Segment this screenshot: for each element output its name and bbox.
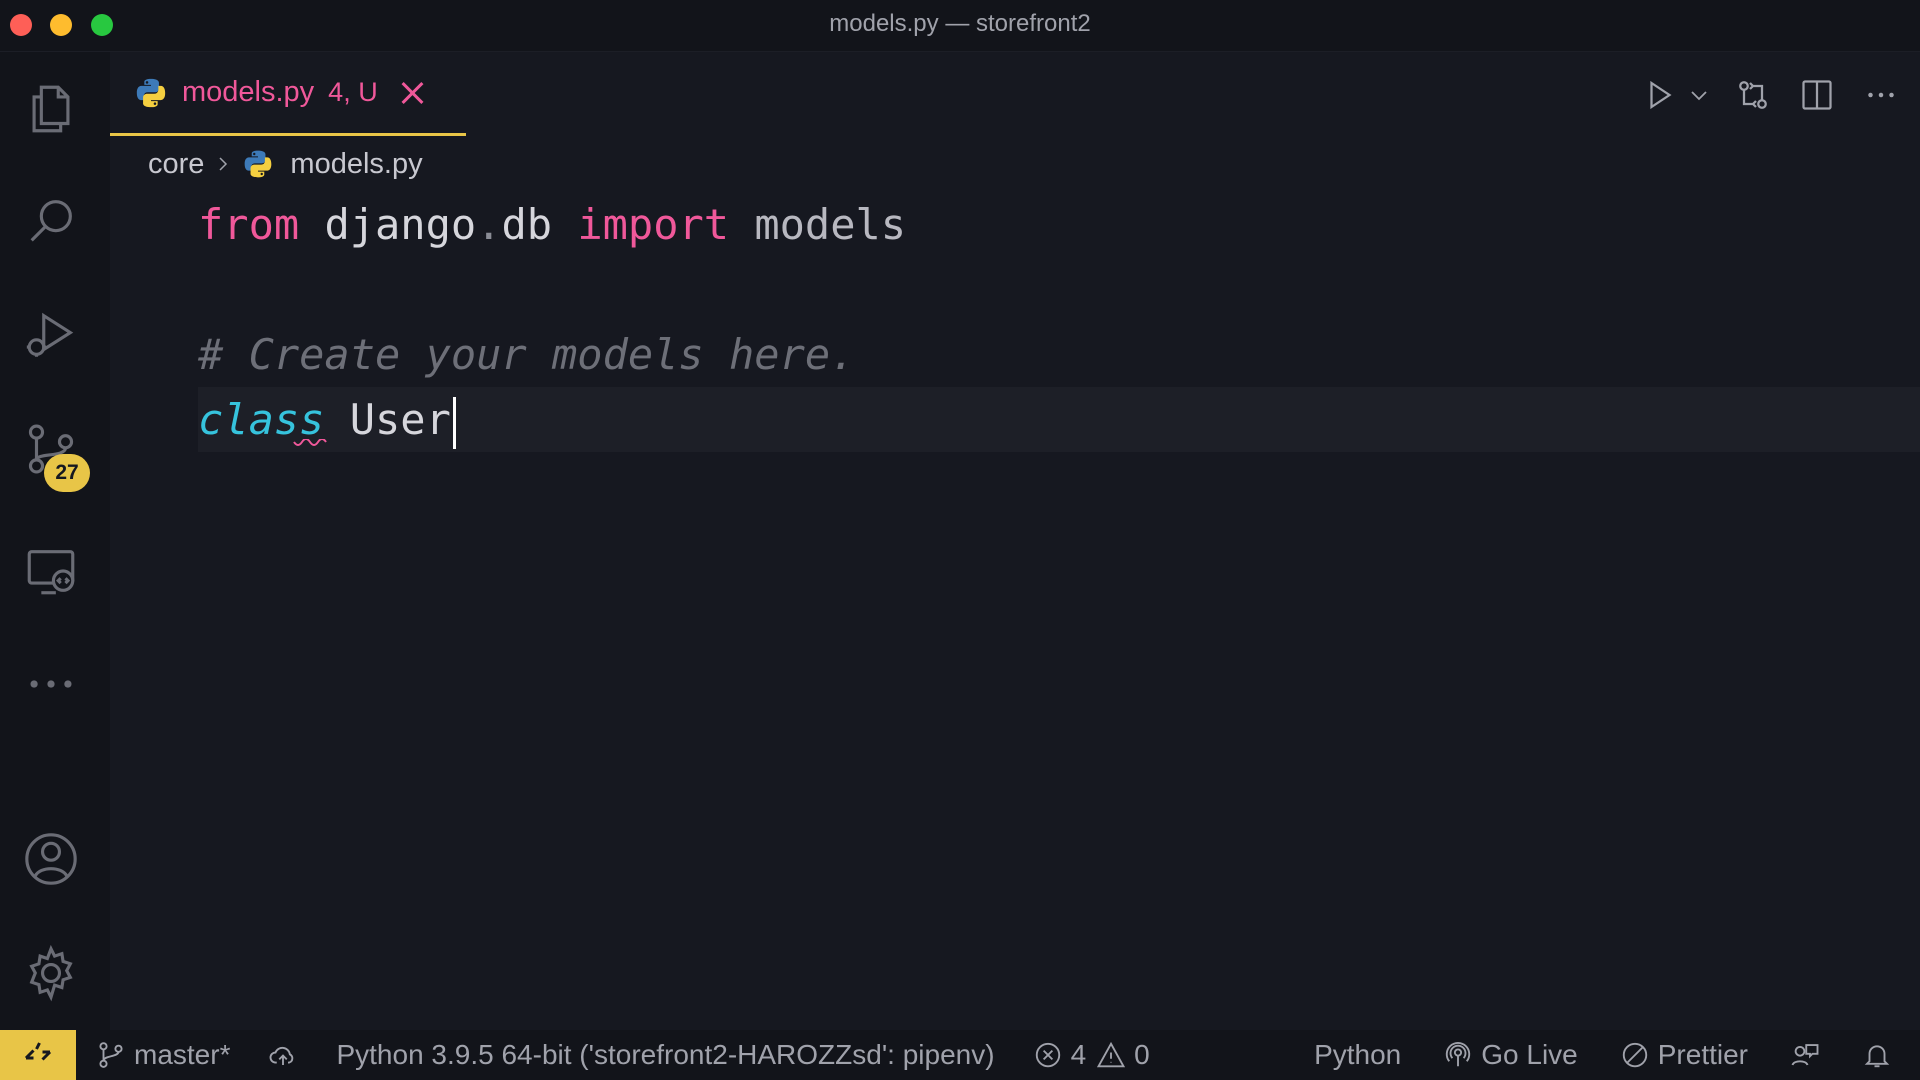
- tab-label: models.py: [182, 76, 315, 108]
- remote-icon: [24, 1042, 52, 1061]
- more-actions-button[interactable]: [1856, 70, 1906, 120]
- code-line-4-current[interactable]: class User: [198, 387, 1920, 452]
- branch-name: master*: [134, 1039, 231, 1070]
- run-options-dropdown[interactable]: [1684, 70, 1714, 120]
- gear-icon: [29, 944, 73, 1002]
- window-title: models.py — storefront2: [829, 10, 1091, 37]
- sync-button[interactable]: [268, 1040, 306, 1070]
- go-live-label: Go Live: [1481, 1039, 1578, 1070]
- search-icon: [30, 200, 72, 242]
- split-editor-button[interactable]: [1792, 70, 1842, 120]
- run-python-file-button[interactable]: [1634, 70, 1684, 120]
- source-control-badge: 27: [44, 454, 90, 492]
- git-branch-icon: [99, 1042, 123, 1068]
- ellipsis-icon: [1868, 92, 1894, 98]
- feedback-icon: [1791, 1044, 1819, 1066]
- explorer-button[interactable]: [18, 76, 84, 142]
- close-icon[interactable]: [400, 81, 424, 105]
- editor-actions: [1634, 70, 1920, 120]
- dot-operator: .: [476, 200, 502, 249]
- language-mode-button[interactable]: Python: [1314, 1039, 1401, 1071]
- prettier-label: Prettier: [1657, 1039, 1748, 1070]
- chevron-right-icon: [219, 157, 228, 171]
- python-file-icon: [245, 150, 272, 178]
- submodule-name: db: [501, 200, 553, 249]
- keyword-import: import: [577, 200, 730, 249]
- play-icon: [1650, 80, 1672, 110]
- python-interpreter-button[interactable]: Python 3.9.5 64-bit ('storefront2-HAROZZ…: [336, 1039, 994, 1071]
- split-editor-icon: [1802, 80, 1832, 110]
- tab-models-py[interactable]: models.py 4, U: [110, 52, 466, 136]
- imported-name: models: [754, 200, 907, 249]
- git-branch-button[interactable]: master*: [96, 1039, 230, 1071]
- remote-explorer-icon: [27, 550, 75, 595]
- error-count: 4: [1070, 1039, 1087, 1070]
- code-editor[interactable]: from django.db import models # Create yo…: [198, 192, 1920, 452]
- editor-area: models.py 4, U core models.py from djang…: [110, 52, 1920, 1030]
- more-icon: [30, 680, 72, 688]
- keyword-from: from: [198, 200, 300, 249]
- interpreter-label: Python 3.9.5 64-bit ('storefront2-HAROZZ…: [336, 1039, 995, 1070]
- breadcrumb-folder[interactable]: core: [148, 148, 204, 181]
- status-bar-right: Python Go Live Prettier: [1314, 1039, 1920, 1071]
- run-debug-button[interactable]: [18, 302, 84, 368]
- code-line-3[interactable]: # Create your models here.: [198, 322, 1920, 387]
- text-cursor: [452, 396, 456, 449]
- search-button[interactable]: [18, 188, 84, 254]
- open-changes-button[interactable]: [1728, 70, 1778, 120]
- error-icon: [1035, 1042, 1060, 1068]
- title-bar: models.py — storefront2: [0, 0, 1920, 52]
- notifications-button[interactable]: [1862, 1040, 1900, 1070]
- files-icon: [32, 85, 70, 133]
- more-views-button[interactable]: [18, 651, 84, 717]
- remote-indicator-button[interactable]: [0, 1030, 76, 1080]
- cloud-upload-icon: [270, 1046, 294, 1065]
- compare-changes-icon: [1739, 81, 1767, 109]
- chevron-down-icon: [1691, 91, 1707, 101]
- manage-button[interactable]: [18, 940, 84, 1006]
- module-name: django: [324, 200, 477, 249]
- language-label: Python: [1314, 1039, 1402, 1070]
- code-line-1[interactable]: from django.db import models: [198, 192, 1920, 257]
- broadcast-icon: [1446, 1042, 1471, 1067]
- code-line-2[interactable]: [198, 257, 1920, 322]
- code-comment: # Create your models here.: [198, 330, 856, 379]
- remote-explorer-button[interactable]: [18, 538, 84, 604]
- account-icon: [25, 833, 77, 885]
- prettier-disabled-icon: [1622, 1042, 1647, 1068]
- accounts-button[interactable]: [18, 826, 84, 892]
- error-squiggle: [293, 439, 327, 446]
- bell-icon: [1864, 1045, 1890, 1068]
- prettier-button[interactable]: Prettier: [1620, 1039, 1748, 1071]
- tab-bar: models.py 4, U: [110, 52, 1920, 136]
- warning-icon: [1097, 1041, 1126, 1068]
- breadcrumb-file[interactable]: models.py: [290, 148, 422, 181]
- python-file-icon: [136, 78, 166, 107]
- warning-count: 0: [1134, 1039, 1150, 1070]
- problems-button[interactable]: 4 0: [1033, 1039, 1150, 1071]
- activity-bar: 27: [0, 52, 110, 1030]
- class-name: User: [349, 395, 451, 444]
- tab-status: 4, U: [328, 77, 378, 107]
- breadcrumb: core models.py: [148, 142, 423, 186]
- status-bar: master* Python 3.9.5 64-bit ('storefront…: [0, 1030, 1920, 1080]
- run-debug-icon: [26, 312, 74, 357]
- keyword-class: class: [198, 395, 325, 444]
- go-live-button[interactable]: Go Live: [1443, 1039, 1578, 1071]
- feedback-button[interactable]: [1790, 1040, 1828, 1070]
